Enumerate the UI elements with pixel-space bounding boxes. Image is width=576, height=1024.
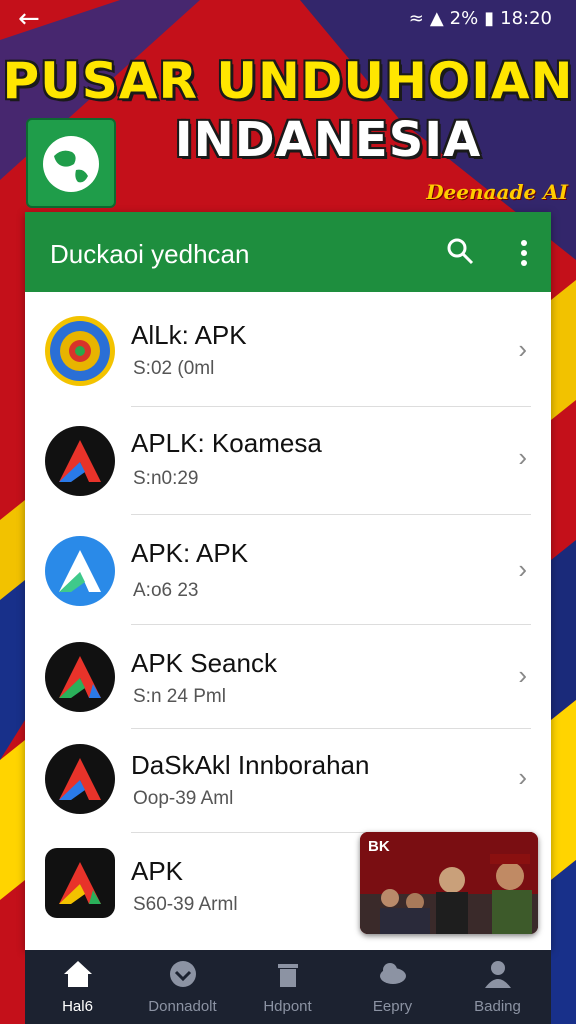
banner-tagline: Deenaade AI xyxy=(426,180,568,204)
app-icon xyxy=(45,426,115,496)
battery-percent: 2% xyxy=(449,8,479,29)
item-subtitle: A:o6 23 xyxy=(133,580,199,601)
app-icon xyxy=(45,642,115,712)
item-title: APK Seanck xyxy=(131,648,277,678)
item-title: APK: APK xyxy=(131,538,249,568)
app-icon xyxy=(45,316,115,386)
item-subtitle: S:n0:29 xyxy=(133,468,199,489)
banner-title-line1: PUSAR UNDUHOIAN xyxy=(2,52,574,110)
item-subtitle: Oop-39 Aml xyxy=(133,788,234,809)
item-subtitle: S60-39 Arml xyxy=(133,894,238,915)
trash-icon xyxy=(272,958,304,995)
item-title: APLK: Koamesa xyxy=(131,428,322,458)
nav-label: Eepry xyxy=(372,998,413,1015)
item-title: DaSkAkl Innborahan xyxy=(131,750,370,780)
app-bar-title: Duckaoi yedhcan xyxy=(50,239,250,269)
back-arrow-icon[interactable]: ← xyxy=(18,4,40,34)
divider xyxy=(131,624,531,625)
chevron-right-icon: › xyxy=(518,334,527,364)
app-bar: Duckaoi yedhcan xyxy=(25,212,551,292)
wifi-icon: ≈ xyxy=(408,8,424,29)
status-bar: ← ≈ ▲ 2% ▮ 18:20 xyxy=(0,0,576,38)
cloud-icon xyxy=(377,958,409,995)
item-title: APK xyxy=(131,856,184,886)
divider xyxy=(131,406,531,407)
nav-item-trash[interactable]: Hdpont xyxy=(235,950,340,1024)
banner-title-line2: INDANESIA xyxy=(174,112,482,168)
app-icon xyxy=(45,536,115,606)
divider xyxy=(131,514,531,515)
nav-label: Donnadolt xyxy=(148,998,217,1015)
divider xyxy=(131,728,531,729)
nav-label: Hdpont xyxy=(263,998,312,1015)
clock: 18:20 xyxy=(500,8,552,29)
nav-label: Bading xyxy=(474,998,521,1015)
nav-item-download[interactable]: Donnadolt xyxy=(130,950,235,1024)
item-subtitle: S:n 24 Pml xyxy=(133,686,226,707)
list-item[interactable]: APLK: Koamesa S:n0:29 › xyxy=(25,410,551,514)
globe-logo-icon xyxy=(26,118,116,208)
more-options-icon[interactable] xyxy=(519,240,529,271)
profile-icon xyxy=(482,958,514,995)
nav-item-cloud[interactable]: Eepry xyxy=(340,950,445,1024)
chevron-right-icon: › xyxy=(518,442,527,472)
chevron-right-icon: › xyxy=(518,660,527,690)
nav-item-profile[interactable]: Bading xyxy=(445,950,550,1024)
video-thumbnail[interactable]: BK xyxy=(360,832,538,934)
download-icon xyxy=(167,958,199,995)
chevron-right-icon: › xyxy=(518,554,527,584)
list-item[interactable]: AlLk: APK S:02 (0ml › xyxy=(25,302,551,406)
battery-icon: ▮ xyxy=(484,8,495,29)
list-item[interactable]: DaSkAkl Innborahan Oop-39 Aml › xyxy=(25,732,551,836)
app-icon xyxy=(45,744,115,814)
item-subtitle: S:02 (0ml xyxy=(133,358,215,379)
bottom-navigation: Hal6 Donnadolt Hdpont Eepry Bading xyxy=(25,950,551,1024)
list-item[interactable]: APK: APK A:o6 23 › xyxy=(25,520,551,624)
app-icon xyxy=(45,848,115,918)
item-title: AlLk: APK xyxy=(131,320,247,350)
status-icons: ≈ ▲ 2% ▮ 18:20 xyxy=(409,8,552,29)
nav-label: Hal6 xyxy=(62,998,93,1015)
search-icon[interactable] xyxy=(445,236,475,271)
thumbnail-label: BK xyxy=(368,838,390,855)
nav-item-home[interactable]: Hal6 xyxy=(25,950,130,1024)
home-icon xyxy=(62,958,94,995)
list-item[interactable]: APK Seanck S:n 24 Pml › xyxy=(25,628,551,732)
chevron-right-icon: › xyxy=(518,762,527,792)
signal-icon: ▲ xyxy=(429,8,444,29)
